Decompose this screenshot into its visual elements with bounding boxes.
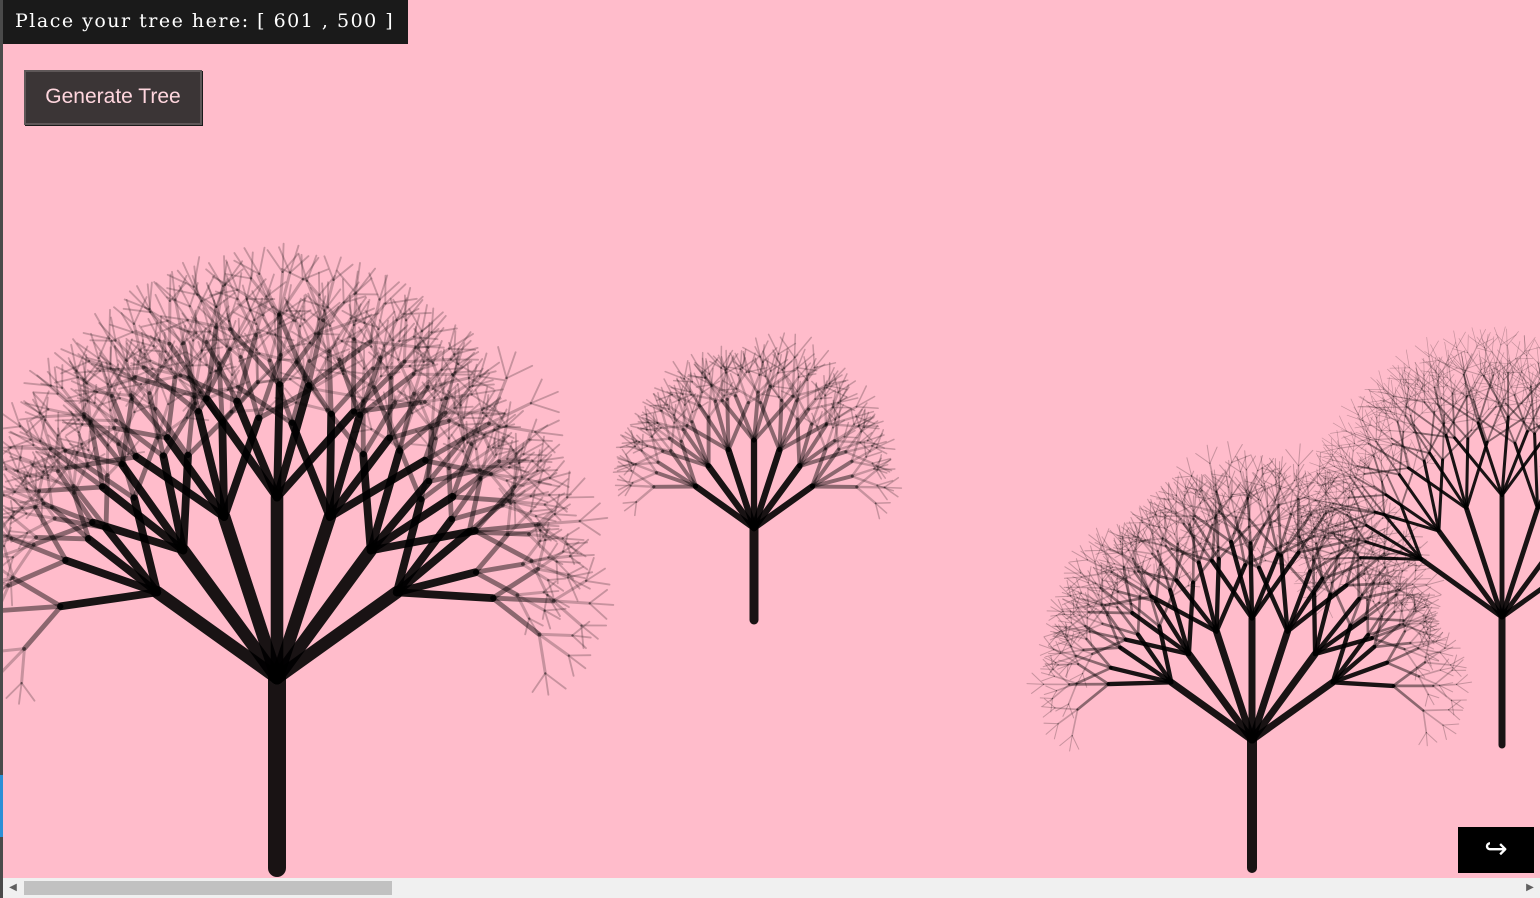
scroll-right-icon[interactable]: ▶ [1522,878,1538,898]
scrollbar-thumb[interactable] [24,881,392,895]
fractal-tree-small [612,332,903,625]
redo-arrow-icon[interactable]: ↪ [1458,827,1534,873]
generate-tree-button[interactable]: Generate Tree [24,70,202,125]
coordinates-banner: Place your tree here: [ 601 , 500 ] [3,0,409,44]
tree-canvas-area[interactable]: Place your tree here: [ 601 , 500 ] Gene… [3,0,1540,878]
fractal-tree-medium [1026,441,1473,873]
fractal-tree-large [3,242,615,877]
horizontal-scrollbar[interactable]: ◀ ▶ [3,878,1540,898]
forest-canvas[interactable] [3,0,1540,878]
scroll-left-icon[interactable]: ◀ [5,878,21,898]
fractal-tree-edge [1287,326,1540,749]
